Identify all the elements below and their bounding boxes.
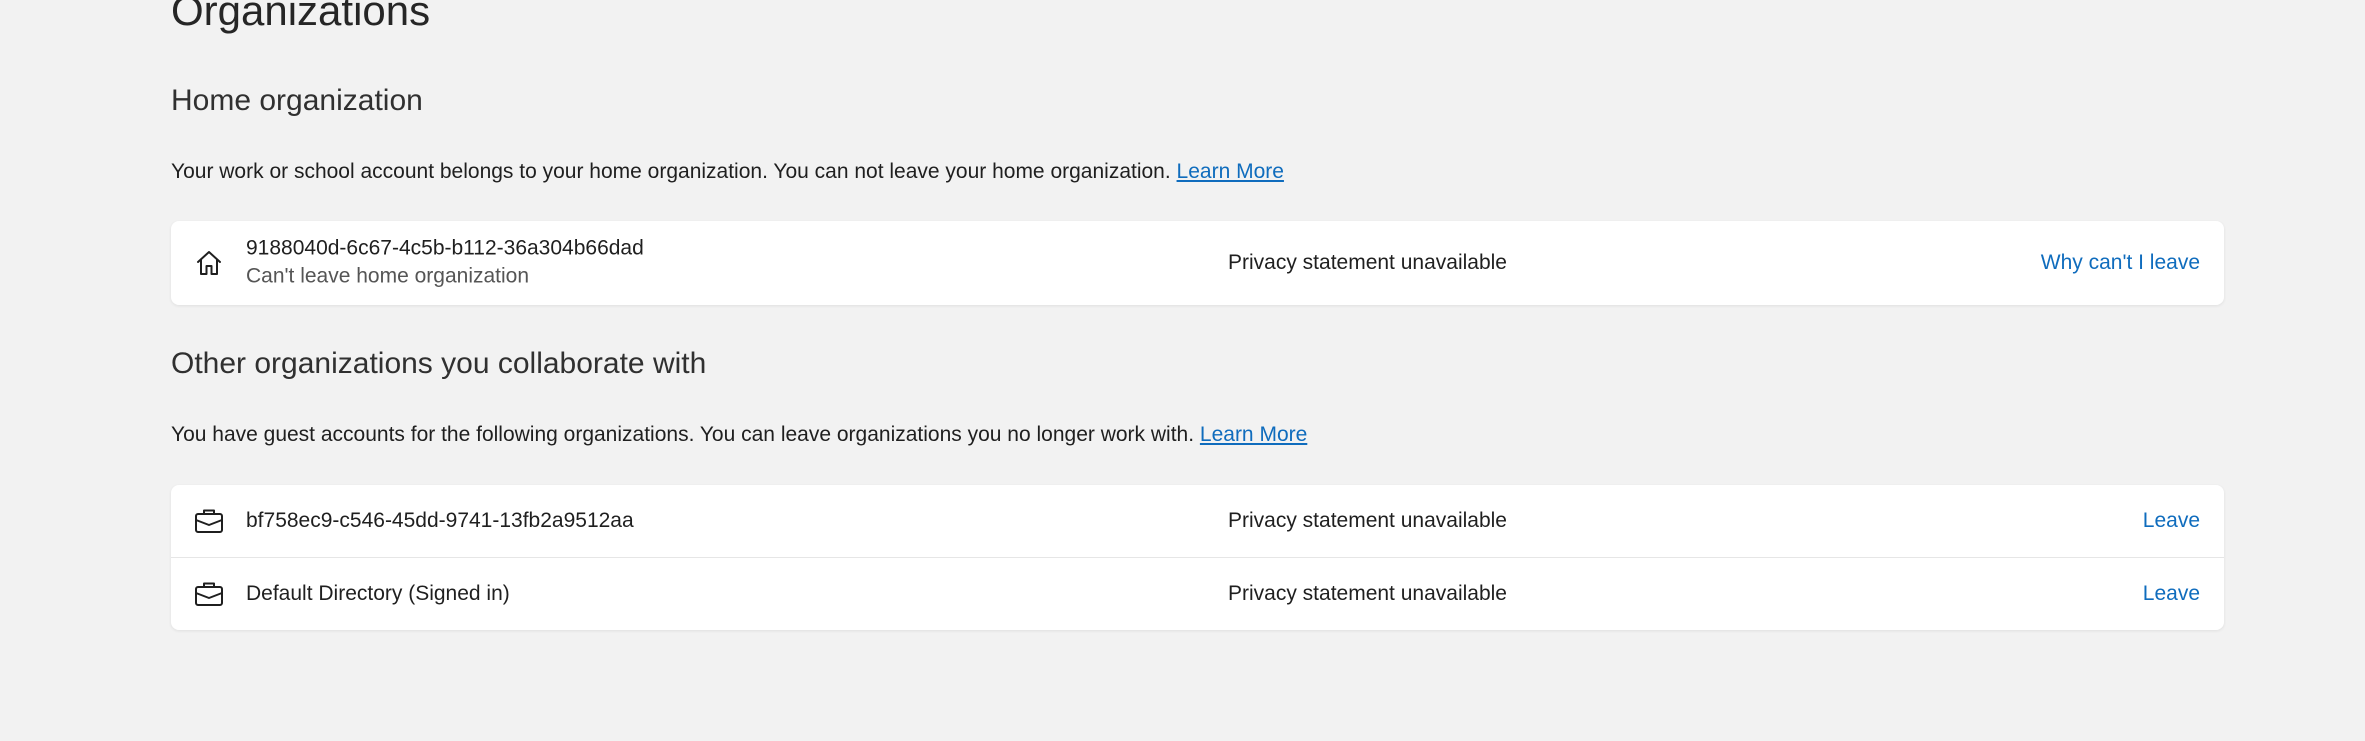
home-organization-info: 9188040d-6c67-4c5b-b112-36a304b66dad Can…: [246, 235, 644, 292]
organization-info: bf758ec9-c546-45dd-9741-13fb2a9512aa: [246, 507, 634, 535]
organization-row: bf758ec9-c546-45dd-9741-13fb2a9512aa Pri…: [171, 485, 2224, 557]
organization-name: Default Directory (Signed in): [246, 581, 510, 605]
home-description-text: Your work or school account belongs to y…: [171, 160, 1171, 183]
home-organization-name: 9188040d-6c67-4c5b-b112-36a304b66dad: [246, 236, 644, 260]
organizations-page: Organizations Home organization Your wor…: [0, 0, 2365, 741]
home-organization-description: Your work or school account belongs to y…: [171, 159, 1284, 184]
other-organizations-card: bf758ec9-c546-45dd-9741-13fb2a9512aa Pri…: [171, 485, 2224, 630]
home-organization-card: 9188040d-6c67-4c5b-b112-36a304b66dad Can…: [171, 221, 2224, 305]
organization-name: bf758ec9-c546-45dd-9741-13fb2a9512aa: [246, 508, 634, 532]
home-organization-privacy: Privacy statement unavailable: [1228, 251, 1507, 274]
organization-row: Default Directory (Signed in) Privacy st…: [171, 557, 2224, 630]
other-learn-more-link[interactable]: Learn More: [1200, 423, 1307, 446]
organization-privacy: Privacy statement unavailable: [1228, 509, 1507, 532]
home-organization-row: 9188040d-6c67-4c5b-b112-36a304b66dad Can…: [171, 221, 2224, 305]
page-title: Organizations: [171, 0, 431, 34]
leave-button[interactable]: Leave: [2143, 582, 2200, 606]
home-organization-heading: Home organization: [171, 84, 423, 117]
other-description-text: You have guest accounts for the followin…: [171, 423, 1195, 446]
other-organizations-description: You have guest accounts for the followin…: [171, 422, 1307, 447]
briefcase-icon: [193, 578, 225, 610]
organization-info: Default Directory (Signed in): [246, 580, 510, 608]
leave-button[interactable]: Leave: [2143, 509, 2200, 533]
briefcase-icon: [193, 505, 225, 537]
why-cant-i-leave-link[interactable]: Why can't I leave: [2041, 251, 2200, 275]
home-organization-subtitle: Can't leave home organization: [246, 265, 530, 288]
other-organizations-heading: Other organizations you collaborate with: [171, 347, 707, 380]
organization-privacy: Privacy statement unavailable: [1228, 582, 1507, 605]
home-learn-more-link[interactable]: Learn More: [1177, 160, 1284, 183]
home-icon: [193, 247, 225, 279]
